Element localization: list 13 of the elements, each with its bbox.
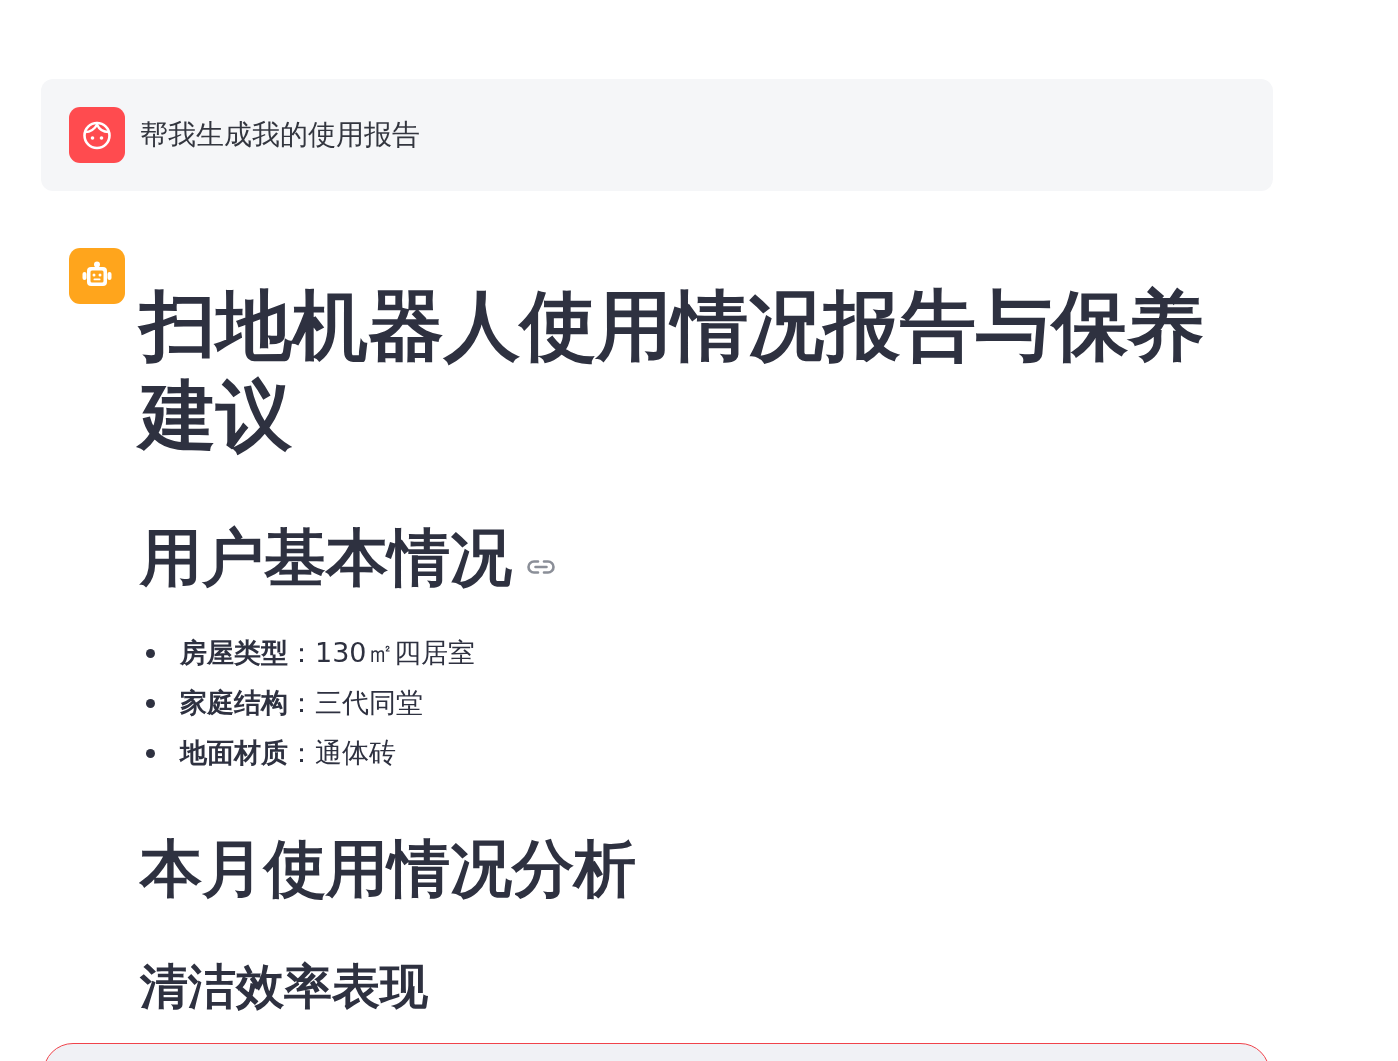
user-message-text: 帮我生成我的使用报告 <box>140 117 420 153</box>
list-item-text: 地面材质：通体砖 <box>180 736 396 770</box>
section-heading: 用户基本情况 <box>140 520 512 596</box>
user-avatar-icon <box>69 107 125 163</box>
section-heading: 本月使用情况分析 <box>140 831 636 907</box>
subsection-heading: 清洁效率表现 <box>140 957 429 1016</box>
robot-avatar-icon <box>69 248 125 304</box>
bullet-icon <box>146 698 155 708</box>
link-icon[interactable] <box>526 559 556 575</box>
list-item-text: 家庭结构：三代同堂 <box>180 686 423 720</box>
bullet-icon <box>146 648 155 658</box>
bullet-icon <box>146 748 155 758</box>
list-item-text: 房屋类型：130㎡四居室 <box>180 636 475 670</box>
